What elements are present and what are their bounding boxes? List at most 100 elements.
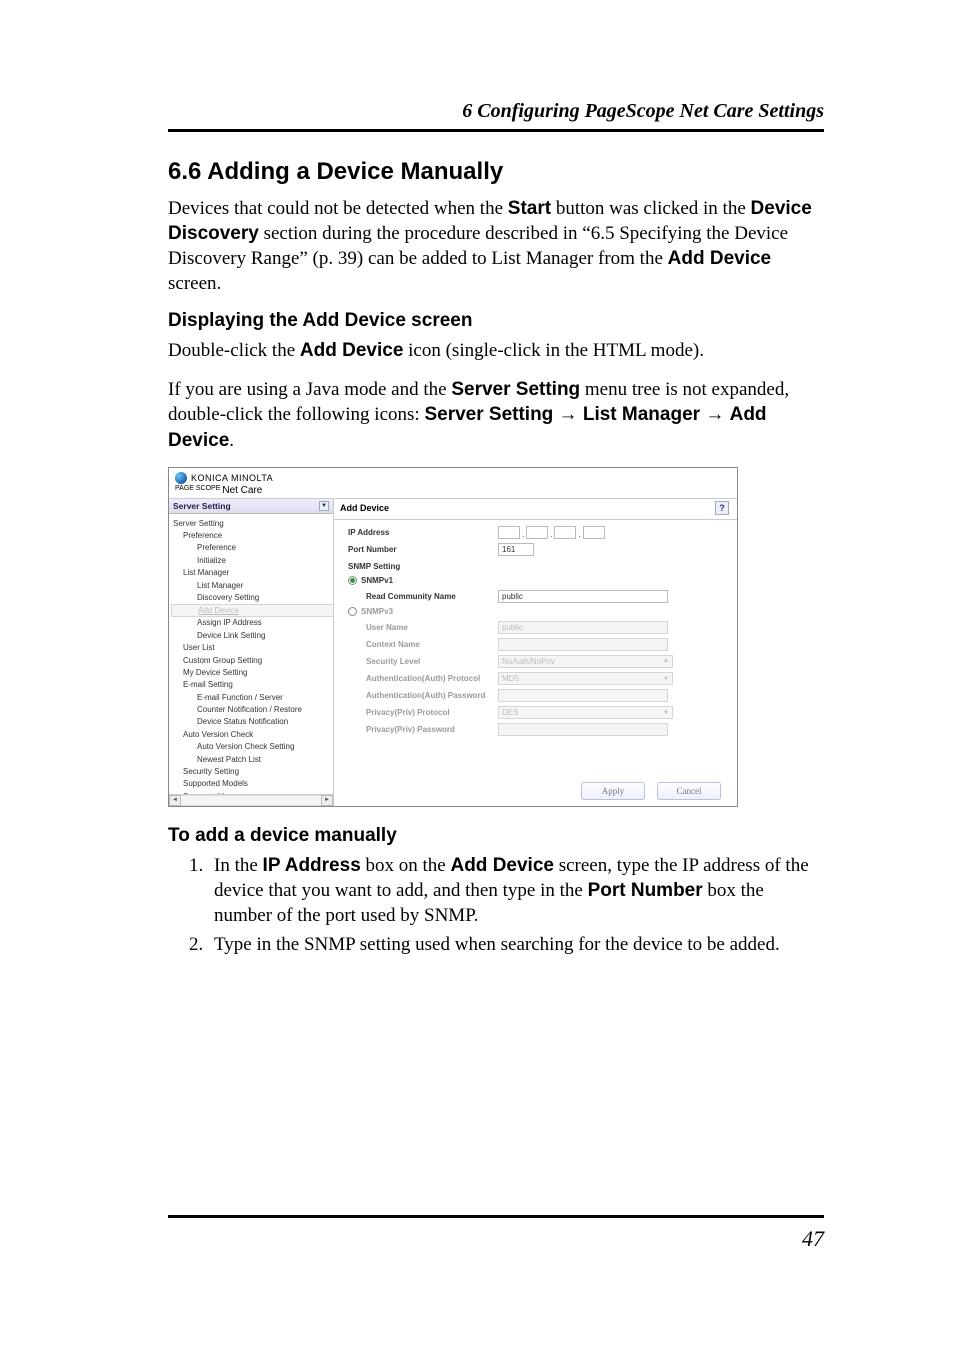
tree-item[interactable]: List Manager <box>171 580 331 592</box>
label-priv-protocol: Privacy(Priv) Protocol <box>348 708 498 717</box>
footer-rule <box>168 1215 824 1218</box>
apply-button[interactable]: Apply <box>581 782 645 800</box>
tree-item[interactable]: Add Device <box>171 604 333 617</box>
select-value: DES <box>502 708 518 717</box>
tree-item[interactable]: E-mail Function / Server <box>171 692 331 704</box>
tree-item[interactable]: List Manager <box>171 567 331 579</box>
tree-item[interactable]: Device Link Setting <box>171 630 331 642</box>
label-ip-address: IP Address <box>348 528 498 537</box>
tree-item[interactable]: Security Setting <box>171 766 331 778</box>
chevron-down-icon: ▼ <box>663 659 669 665</box>
label-auth-password: Authentication(Auth) Password <box>348 691 498 700</box>
priv-password-input <box>498 723 668 736</box>
radio-icon <box>348 607 357 616</box>
tree-item[interactable]: Auto Version Check Setting <box>171 741 331 753</box>
tree-item[interactable]: Discovery Setting <box>171 592 331 604</box>
port-number-input[interactable]: 161 <box>498 543 534 556</box>
sidebar: Server Setting ▼ Server SettingPreferenc… <box>169 499 334 806</box>
context-name-input <box>498 638 668 651</box>
ip-octet-1[interactable] <box>498 526 520 539</box>
label-snmp-setting: SNMP Setting <box>348 562 721 571</box>
horizontal-scrollbar[interactable]: ◄ ► <box>169 794 333 806</box>
help-icon[interactable]: ? <box>715 501 729 515</box>
tree-item[interactable]: Device Status Notification <box>171 716 331 728</box>
ui-term-add-device: Add Device <box>450 855 553 876</box>
chevron-down-icon: ▼ <box>663 676 669 682</box>
chevron-down-icon: ▼ <box>663 710 669 716</box>
tree-item[interactable]: E-mail Setting <box>171 679 331 691</box>
nav-tree: Server SettingPreferencePreferenceInitia… <box>169 514 333 794</box>
text: . <box>229 430 234 451</box>
chevron-down-icon[interactable]: ▼ <box>319 501 329 511</box>
section-heading: 6.6 Adding a Device Manually <box>168 158 824 186</box>
add-device-screenshot: KONICA MINOLTA PAGE SCOPE Net Care Serve… <box>168 467 738 807</box>
read-community-input[interactable]: public <box>498 590 668 603</box>
tree-item[interactable]: Assign IP Address <box>171 617 331 629</box>
ui-term-add-device: Add Device <box>668 248 771 269</box>
tree-item[interactable]: Initialize <box>171 555 331 567</box>
label-security-level: Security Level <box>348 657 498 666</box>
select-value: NoAuth/NoPriv <box>502 657 555 666</box>
cancel-button[interactable]: Cancel <box>657 782 721 800</box>
tree-item[interactable]: Preference <box>171 542 331 554</box>
sidebar-header-label: Server Setting <box>173 501 231 511</box>
ui-term-start: Start <box>508 198 551 219</box>
text: If you are using a Java mode and the <box>168 379 451 400</box>
label-port-number: Port Number <box>348 545 498 554</box>
tree-item[interactable]: User List <box>171 642 331 654</box>
tree-item[interactable]: Custom Group Setting <box>171 655 331 667</box>
ui-term-list-manager: List Manager <box>583 404 700 425</box>
auth-password-input <box>498 689 668 702</box>
label-read-community: Read Community Name <box>348 592 498 601</box>
radio-snmpv3[interactable]: SNMPv3 <box>348 607 498 616</box>
chapter-header: 6 Configuring PageScope Net Care Setting… <box>168 100 824 123</box>
auth-protocol-select: MD5▼ <box>498 672 673 685</box>
radio-label: SNMPv1 <box>361 576 393 585</box>
form-area: IP Address ... Port Number 161 SNMP Sett… <box>334 520 737 745</box>
ui-term-server-setting: Server Setting <box>451 379 580 400</box>
ip-octet-3[interactable] <box>554 526 576 539</box>
ui-term-server-setting: Server Setting <box>424 404 553 425</box>
label-context-name: Context Name <box>348 640 498 649</box>
scroll-right-icon[interactable]: ► <box>321 795 333 806</box>
sidebar-header[interactable]: Server Setting ▼ <box>169 499 333 514</box>
tree-item[interactable]: Supported Models <box>171 778 331 790</box>
paragraph-javamode: If you are using a Java mode and the Ser… <box>168 377 824 452</box>
tree-item[interactable]: Counter Notification / Restore <box>171 704 331 716</box>
brand-text: KONICA MINOLTA <box>191 473 273 483</box>
header-rule <box>168 129 824 132</box>
radio-icon <box>348 576 357 585</box>
radio-label: SNMPv3 <box>361 607 393 616</box>
ui-term-add-device: Add Device <box>300 340 403 361</box>
tree-item[interactable]: Auto Version Check <box>171 729 331 741</box>
product-prefix: PAGE SCOPE <box>175 485 222 492</box>
main-panel: Add Device ? IP Address ... Port Number … <box>334 499 737 806</box>
text: Devices that could not be detected when … <box>168 198 508 219</box>
tree-item[interactable]: My Device Setting <box>171 667 331 679</box>
arrow: → <box>700 404 730 425</box>
ip-octet-4[interactable] <box>583 526 605 539</box>
tree-item[interactable]: Preference <box>171 530 331 542</box>
tree-item[interactable]: Server Setting <box>171 518 331 530</box>
radio-snmpv1[interactable]: SNMPv1 <box>348 576 498 585</box>
subheading-displaying: Displaying the Add Device screen <box>168 310 824 332</box>
user-name-input: public <box>498 621 668 634</box>
scroll-left-icon[interactable]: ◄ <box>169 795 181 806</box>
text: icon (single-click in the HTML mode). <box>403 340 704 361</box>
intro-paragraph: Devices that could not be detected when … <box>168 196 824 296</box>
ip-octet-2[interactable] <box>526 526 548 539</box>
text: box on the <box>361 855 451 876</box>
arrow: → <box>553 404 583 425</box>
tree-item[interactable]: Newest Patch List <box>171 754 331 766</box>
step-2: Type in the SNMP setting used when searc… <box>208 932 824 957</box>
product-core: Net Care <box>222 485 262 496</box>
text: Double-click the <box>168 340 300 361</box>
label-priv-password: Privacy(Priv) Password <box>348 725 498 734</box>
scroll-track[interactable] <box>181 795 321 806</box>
steps-list: In the IP Address box on the Add Device … <box>168 853 824 958</box>
brand-bar: KONICA MINOLTA <box>169 468 737 484</box>
logo-icon <box>175 472 187 484</box>
ip-address-field[interactable]: ... <box>498 526 721 539</box>
text: screen. <box>168 273 221 294</box>
step-1: In the IP Address box on the Add Device … <box>208 853 824 929</box>
